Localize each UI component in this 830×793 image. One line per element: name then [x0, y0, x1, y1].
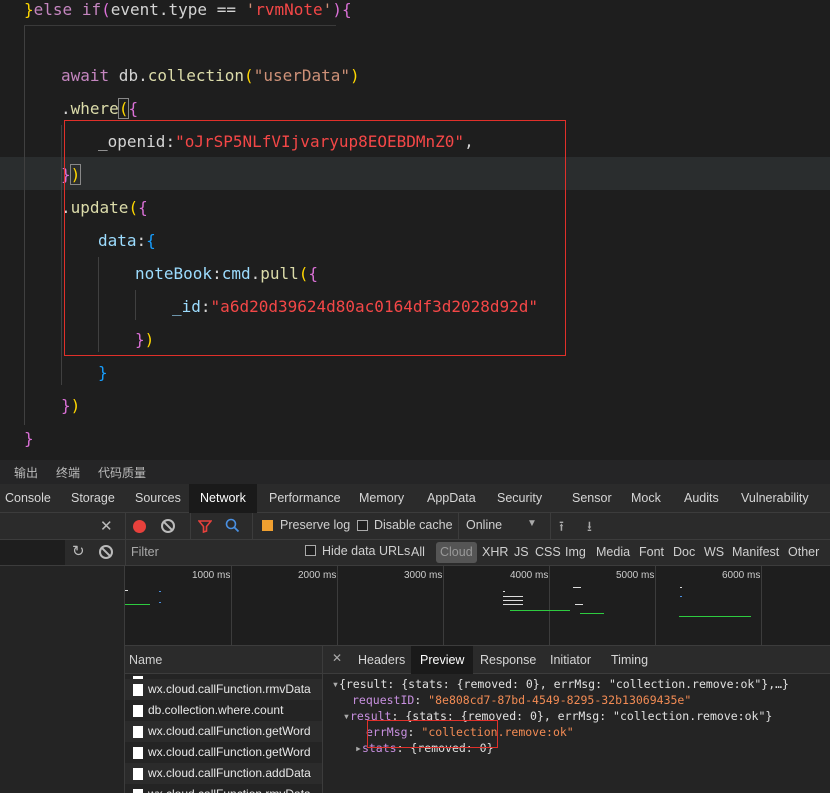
filter-type-ws[interactable]: WS [704, 545, 724, 559]
filter-icon[interactable] [198, 519, 212, 533]
code-line-13: }) [61, 396, 81, 415]
disable-cache-label: Disable cache [374, 518, 453, 532]
network-toolbar: ✕ Preserve log Disable cache Online ▼ ⭱ … [0, 513, 830, 540]
filter-type-doc[interactable]: Doc [673, 545, 695, 559]
filter-type-manifest[interactable]: Manifest [732, 545, 779, 559]
filter-type-js[interactable]: JS [514, 545, 529, 559]
timeline-tick: 1000 ms [192, 570, 231, 581]
hide-data-urls-label: Hide data URLs [322, 544, 411, 558]
request-list: wx.cloud.callFunction.rmvData db.collect… [125, 674, 323, 793]
network-overview-timeline[interactable]: 1000 ms 2000 ms 3000 ms 4000 ms 5000 ms … [125, 566, 830, 646]
filter-bar: ↻ Filter Hide data URLs All Cloud XHR JS… [0, 540, 830, 566]
tab-output[interactable]: 输出 [14, 464, 38, 481]
search-icon[interactable] [225, 518, 240, 533]
request-row[interactable]: wx.cloud.callFunction.getWord [125, 721, 322, 742]
sidebar-filter-input[interactable] [0, 540, 65, 565]
filter-type-other[interactable]: Other [788, 545, 819, 559]
chevron-down-icon: ▼ [527, 518, 537, 529]
name-column-header[interactable]: Name [125, 646, 323, 674]
filter-type-xhr[interactable]: XHR [482, 545, 508, 559]
export-har-icon[interactable]: ⭳ [587, 516, 592, 540]
timeline-tick: 5000 ms [616, 570, 655, 581]
preview-request-id: requestID: "8e808cd7-87bd-4549-8295-32b1… [352, 693, 692, 707]
timeline-tick: 4000 ms [510, 570, 549, 581]
timeline-tick: 6000 ms [722, 570, 761, 581]
code-editor[interactable]: }else if(event.type == 'rvmNote'){ await… [0, 0, 830, 460]
collapse-triangle-icon: ▸ [355, 741, 362, 755]
tab-preview[interactable]: Preview [411, 646, 474, 674]
tab-response[interactable]: Response [480, 646, 536, 674]
indent-guide [24, 25, 25, 425]
close-detail-icon[interactable]: ✕ [332, 651, 342, 665]
code-line-12: } [98, 363, 108, 382]
record-icon[interactable] [133, 520, 146, 533]
tab-headers[interactable]: Headers [358, 646, 405, 674]
request-row[interactable]: wx.cloud.callFunction.getWord [125, 742, 322, 763]
bottom-panel-tabs: 输出 终端 代码质量 [0, 460, 830, 484]
tab-audits[interactable]: Audits [684, 484, 719, 513]
tab-storage[interactable]: Storage [71, 484, 115, 513]
request-detail-tabs: ✕ Headers Preview Response Initiator Tim… [323, 646, 830, 674]
stats-highlight-box [367, 720, 498, 748]
preview-pane: ▾{result: {stats: {removed: 0}, errMsg: … [323, 674, 830, 793]
tab-memory[interactable]: Memory [359, 484, 404, 513]
tab-performance[interactable]: Performance [269, 484, 341, 513]
request-row[interactable]: wx.cloud.callFunction.rmvData [125, 679, 322, 700]
tab-sensor[interactable]: Sensor [572, 484, 612, 513]
throttle-select[interactable]: Online [466, 518, 502, 532]
tab-network[interactable]: Network [189, 484, 257, 513]
refresh-icon[interactable]: ↻ [72, 542, 85, 560]
code-line-3: await db.collection("userData") [61, 66, 360, 85]
filter-type-font[interactable]: Font [639, 545, 664, 559]
expand-triangle-icon: ▾ [332, 677, 339, 691]
timeline-tick: 3000 ms [404, 570, 443, 581]
network-sidebar [0, 566, 125, 793]
request-row[interactable]: wx.cloud.callFunction.rmvData [125, 784, 322, 793]
timeline-tick: 2000 ms [298, 570, 337, 581]
preserve-log-label: Preserve log [280, 518, 351, 532]
code-line-14: } [24, 429, 34, 448]
tab-initiator[interactable]: Initiator [550, 646, 591, 674]
preview-root-line[interactable]: ▾{result: {stats: {removed: 0}, errMsg: … [332, 676, 789, 692]
disable-cache-checkbox[interactable] [357, 520, 368, 531]
tab-appdata[interactable]: AppData [427, 484, 476, 513]
tab-console[interactable]: Console [5, 484, 51, 513]
filter-input[interactable]: Filter [131, 545, 159, 559]
tab-sources[interactable]: Sources [135, 484, 181, 513]
tab-code-quality[interactable]: 代码质量 [98, 464, 146, 481]
expand-triangle-icon: ▾ [343, 709, 350, 723]
highlight-box [64, 120, 566, 356]
hide-data-urls-checkbox[interactable] [305, 545, 316, 556]
close-icon[interactable]: ✕ [100, 517, 113, 535]
import-har-icon[interactable]: ⭱ [559, 516, 564, 540]
preserve-log-checkbox[interactable] [262, 520, 273, 531]
request-row[interactable]: wx.cloud.callFunction.addData [125, 763, 322, 784]
filter-type-img[interactable]: Img [565, 545, 586, 559]
tab-mock[interactable]: Mock [631, 484, 661, 513]
tab-timing[interactable]: Timing [611, 646, 648, 674]
indent-guide [61, 125, 62, 385]
tab-vulnerability[interactable]: Vulnerability [741, 484, 809, 513]
tab-terminal[interactable]: 终端 [56, 464, 80, 481]
block-icon[interactable] [99, 545, 113, 559]
clear-icon[interactable] [161, 519, 175, 533]
devtools-tabbar: Console Storage Sources Network Performa… [0, 484, 830, 513]
code-line-1: }else if(event.type == 'rvmNote'){ [24, 0, 352, 19]
tab-security[interactable]: Security [497, 484, 542, 513]
request-row[interactable]: db.collection.where.count [125, 700, 322, 721]
filter-type-media[interactable]: Media [596, 545, 630, 559]
filter-type-css[interactable]: CSS [535, 545, 561, 559]
filter-type-cloud[interactable]: Cloud [436, 542, 477, 563]
devtools-panel: Console Storage Sources Network Performa… [0, 484, 830, 793]
filter-type-all[interactable]: All [411, 545, 425, 559]
